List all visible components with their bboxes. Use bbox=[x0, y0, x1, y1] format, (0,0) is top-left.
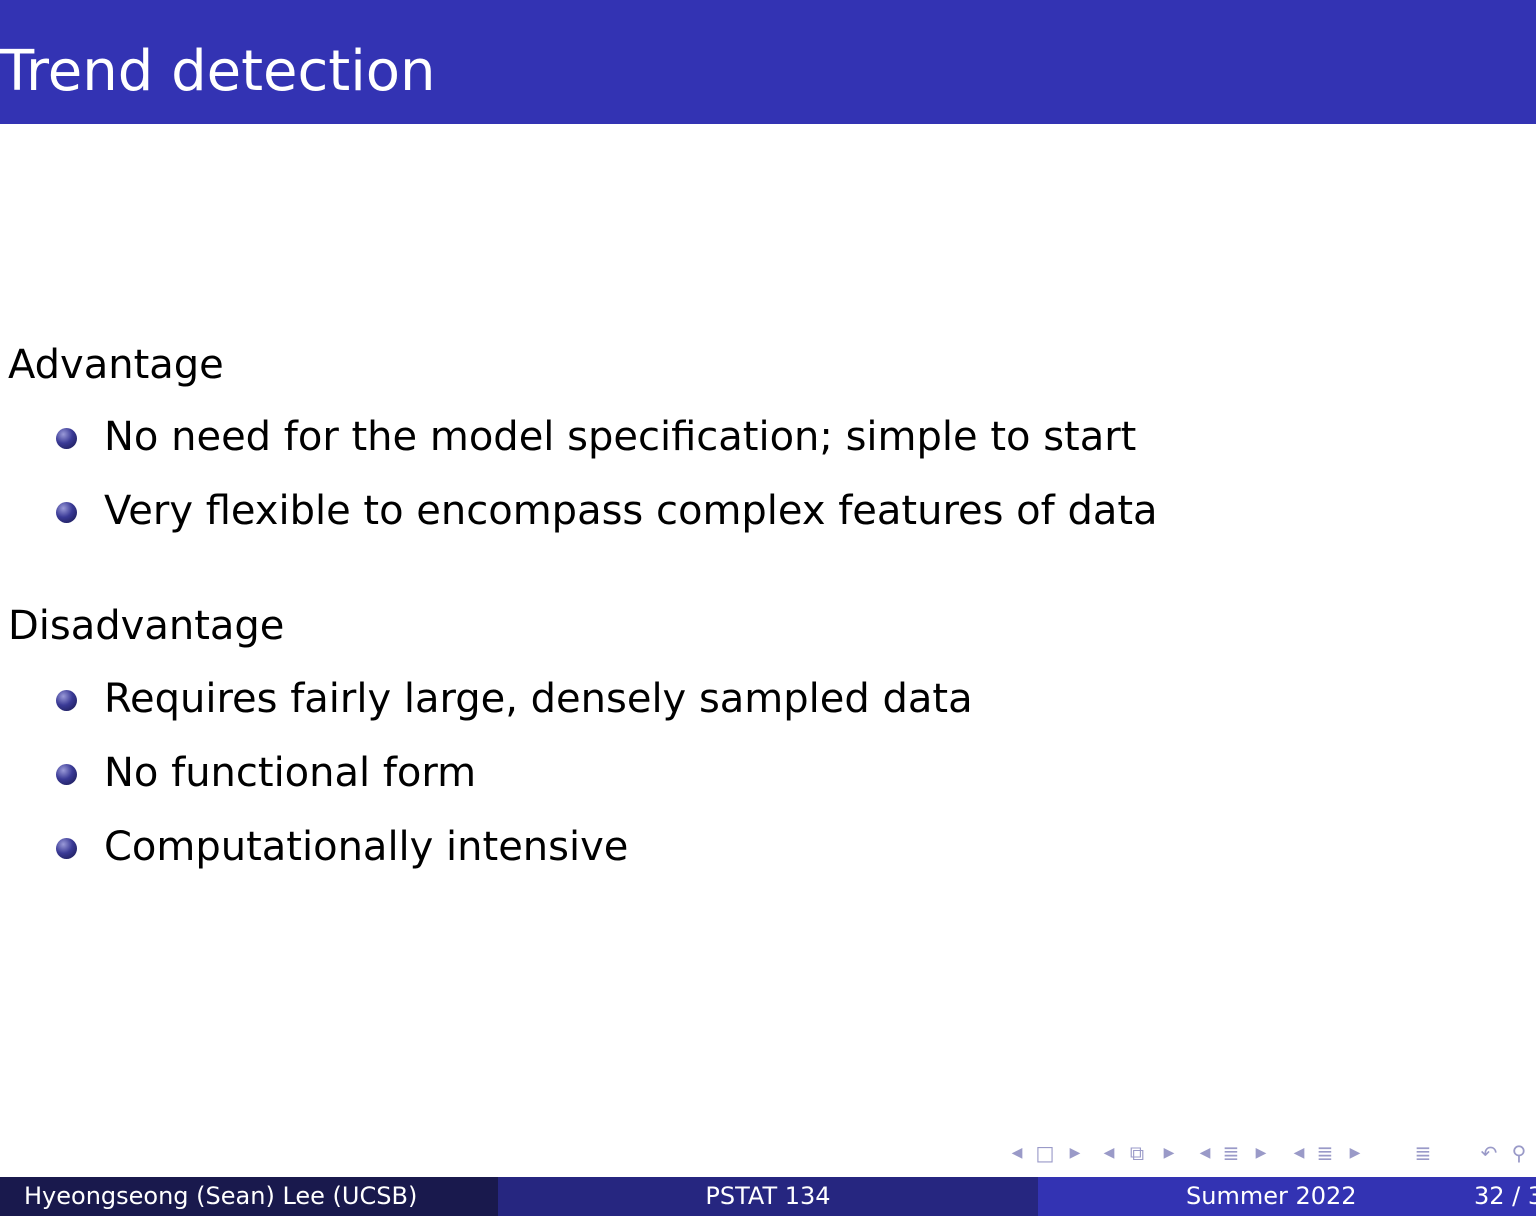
nav-next-arrow-icon[interactable]: ▶ bbox=[1066, 1138, 1084, 1168]
footer-course: PSTAT 134 bbox=[705, 1182, 831, 1210]
section-heading-advantage: Advantage bbox=[8, 342, 224, 388]
section-icon[interactable]: ≣ bbox=[1312, 1138, 1338, 1168]
footer-date-panel: Summer 2022 32 / 3 bbox=[1038, 1177, 1536, 1216]
nav-next-arrow-icon[interactable]: ▶ bbox=[1160, 1138, 1178, 1168]
bullet-icon bbox=[56, 502, 77, 523]
undo-icon[interactable]: ↶ bbox=[1476, 1138, 1502, 1168]
nav-next-arrow-icon[interactable]: ▶ bbox=[1346, 1138, 1364, 1168]
bullet-icon bbox=[56, 838, 77, 859]
list-item-text: Very flexible to encompass complex featu… bbox=[104, 488, 1158, 534]
slide-title: Trend detection bbox=[0, 39, 436, 104]
footer-author-panel: Hyeongseong (Sean) Lee (UCSB) bbox=[0, 1177, 498, 1216]
footer-date: Summer 2022 bbox=[1186, 1182, 1357, 1210]
list-item-text: Requires fairly large, densely sampled d… bbox=[104, 676, 973, 722]
search-icon[interactable]: ⚲ bbox=[1506, 1138, 1532, 1168]
frame-icon[interactable]: □ bbox=[1032, 1138, 1058, 1168]
subsection-icon[interactable]: ⧉ bbox=[1122, 1138, 1152, 1168]
footer-course-panel: PSTAT 134 bbox=[498, 1177, 1038, 1216]
nav-prev-arrow-icon[interactable]: ◀ bbox=[1290, 1138, 1308, 1168]
bullet-icon bbox=[56, 690, 77, 711]
nav-next-arrow-icon[interactable]: ▶ bbox=[1252, 1138, 1270, 1168]
nav-prev-arrow-icon[interactable]: ◀ bbox=[1100, 1138, 1118, 1168]
nav-prev-arrow-icon[interactable]: ◀ bbox=[1196, 1138, 1214, 1168]
list-item-text: No functional form bbox=[104, 750, 477, 796]
bullet-icon bbox=[56, 764, 77, 785]
nav-prev-arrow-icon[interactable]: ◀ bbox=[1008, 1138, 1026, 1168]
slide: Trend detection Advantage No need for th… bbox=[0, 0, 1536, 1216]
section-icon[interactable]: ≣ bbox=[1218, 1138, 1244, 1168]
footer: Hyeongseong (Sean) Lee (UCSB) PSTAT 134 … bbox=[0, 1177, 1536, 1216]
section-heading-disadvantage: Disadvantage bbox=[8, 603, 285, 649]
list-item-text: Computationally intensive bbox=[104, 824, 629, 870]
title-bar: Trend detection bbox=[0, 0, 1536, 124]
appendix-icon[interactable]: ≣ bbox=[1410, 1138, 1436, 1168]
footer-page-number: 32 / 3 bbox=[1474, 1182, 1536, 1210]
list-item-text: No need for the model specification; sim… bbox=[104, 414, 1137, 460]
footer-author: Hyeongseong (Sean) Lee (UCSB) bbox=[24, 1182, 418, 1210]
bullet-icon bbox=[56, 428, 77, 449]
navigation-bar: ◀ □ ▶ ◀ ⧉ ▶ ◀ ≣ ▶ ◀ ≣ ▶ ≣ ↶ ⚲ bbox=[1004, 1138, 1536, 1168]
